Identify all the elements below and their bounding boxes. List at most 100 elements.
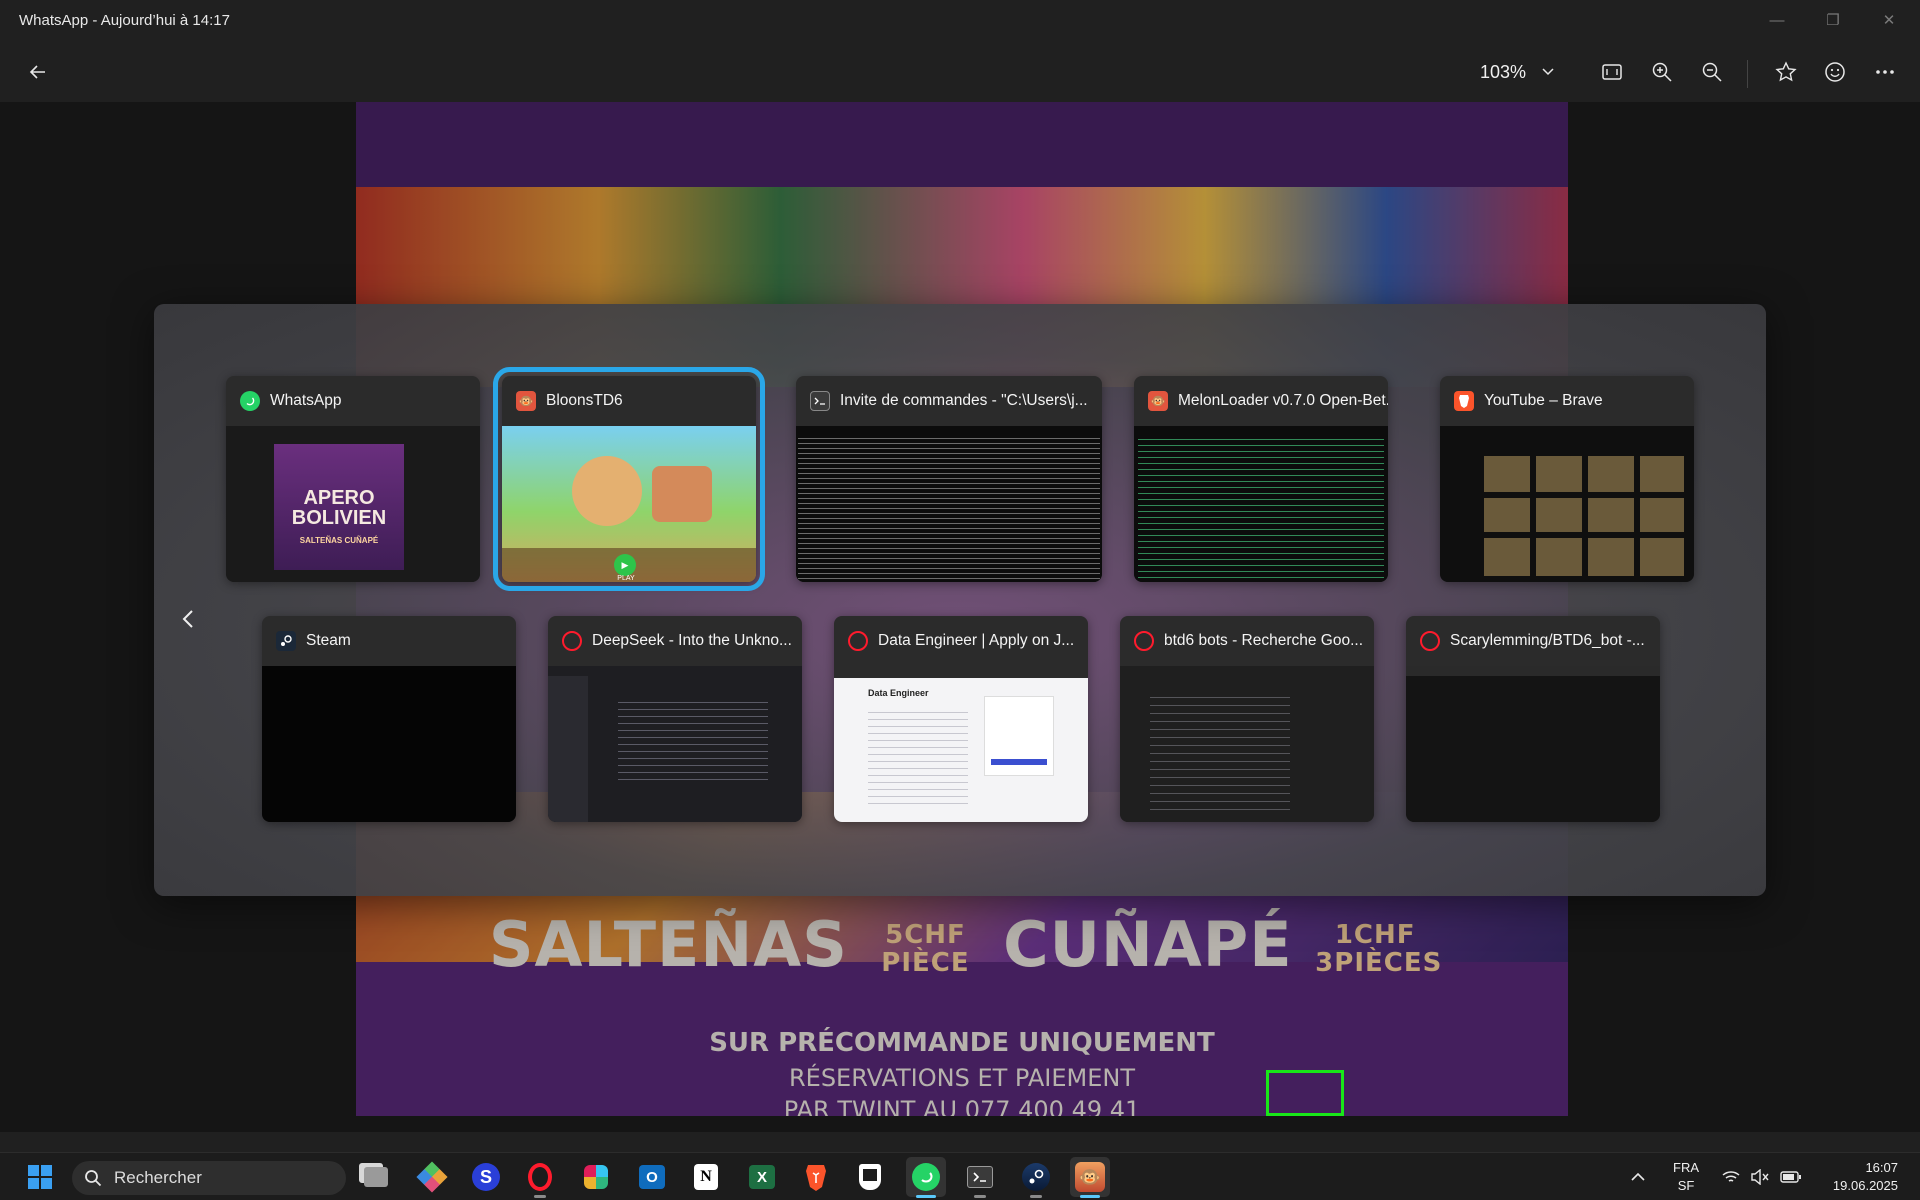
s-app-icon: S bbox=[472, 1163, 500, 1191]
play-icon: ▶ bbox=[614, 554, 636, 576]
taskbar-excel[interactable]: X bbox=[742, 1157, 782, 1197]
input-language[interactable]: FRA SF bbox=[1664, 1159, 1708, 1195]
switcher-card-btd6-bots[interactable]: btd6 bots - Recherche Goo... bbox=[1120, 616, 1374, 822]
task-view-icon bbox=[364, 1167, 388, 1187]
card-thumbnail bbox=[1440, 426, 1694, 582]
tray-overflow-button[interactable] bbox=[1618, 1157, 1658, 1197]
chevron-left-icon bbox=[182, 610, 193, 628]
steam-icon bbox=[1022, 1163, 1050, 1191]
terminal-icon bbox=[810, 391, 830, 411]
card-label: Data Engineer | Apply on J... bbox=[878, 632, 1075, 649]
switcher-card-youtube-brave[interactable]: YouTube – Brave bbox=[1440, 376, 1694, 582]
switcher-card-deepseek[interactable]: DeepSeek - Into the Unkno... bbox=[548, 616, 802, 822]
clock[interactable]: 16:07 19.06.2025 bbox=[1814, 1159, 1898, 1195]
taskbar-outlook[interactable]: O bbox=[632, 1157, 672, 1197]
whatsapp-icon bbox=[912, 1163, 940, 1191]
start-button[interactable] bbox=[20, 1157, 60, 1197]
zoom-out-icon bbox=[1702, 62, 1722, 82]
zoom-dropdown[interactable]: 103% bbox=[1480, 58, 1554, 86]
zoom-out-button[interactable] bbox=[1692, 52, 1732, 92]
opera-gx-icon bbox=[528, 1163, 552, 1191]
taskbar-epic[interactable] bbox=[850, 1157, 890, 1197]
maximize-button[interactable]: ❐ bbox=[1808, 0, 1858, 40]
switcher-card-steam[interactable]: Steam bbox=[262, 616, 516, 822]
card-label: BloonsTD6 bbox=[546, 392, 623, 409]
switcher-card-scarylemming[interactable]: Scarylemming/BTD6_bot -... bbox=[1406, 616, 1660, 822]
window-title: WhatsApp - Aujourd’hui à 14:17 bbox=[19, 11, 230, 29]
thumb-play-label: PLAY bbox=[617, 575, 635, 582]
taskbar-search[interactable]: Rechercher bbox=[72, 1161, 346, 1195]
favorite-button[interactable] bbox=[1766, 52, 1806, 92]
switcher-card-cmd[interactable]: Invite de commandes - "C:\Users\j... bbox=[796, 376, 1102, 582]
bloons-icon: 🐵 bbox=[516, 391, 536, 411]
keyboard-layout: SF bbox=[1677, 1178, 1695, 1193]
card-thumbnail bbox=[1120, 666, 1374, 822]
taskbar-slack[interactable] bbox=[576, 1157, 616, 1197]
git-icon bbox=[416, 1161, 448, 1193]
switcher-scroll-left[interactable] bbox=[176, 599, 200, 639]
taskbar-git[interactable] bbox=[412, 1157, 452, 1197]
toolbar-divider bbox=[1747, 60, 1748, 88]
quick-settings[interactable] bbox=[1712, 1157, 1812, 1197]
zoom-in-button[interactable] bbox=[1642, 52, 1682, 92]
switcher-card-melonloader[interactable]: 🐵 MelonLoader v0.7.0 Open-Bet... bbox=[1134, 376, 1388, 582]
viewer-toolbar: 103% bbox=[0, 40, 1920, 102]
taskbar: Rechercher S O N X 🐵 FRA SF 16:07 19.06.… bbox=[0, 1152, 1920, 1200]
card-thumbnail: ▶ PLAY bbox=[502, 426, 756, 582]
task-switcher: WhatsApp APERO BOLIVIEN SALTEÑAS CUÑAPÉ … bbox=[154, 304, 1766, 896]
slack-icon bbox=[584, 1165, 608, 1189]
opera-icon bbox=[1134, 631, 1154, 651]
outlook-icon: O bbox=[639, 1165, 665, 1189]
card-label: Scarylemming/BTD6_bot -... bbox=[1450, 632, 1645, 649]
card-label: MelonLoader v0.7.0 Open-Bet... bbox=[1178, 392, 1388, 409]
taskbar-bloons[interactable]: 🐵 bbox=[1070, 1157, 1110, 1198]
thumb-poster-title: APERO BOLIVIEN bbox=[291, 487, 387, 529]
back-arrow-icon bbox=[29, 65, 45, 79]
card-thumbnail bbox=[262, 666, 516, 822]
switcher-card-whatsapp[interactable]: WhatsApp APERO BOLIVIEN SALTEÑAS CUÑAPÉ bbox=[226, 376, 480, 582]
card-label: Invite de commandes - "C:\Users\j... bbox=[840, 392, 1088, 409]
window-titlebar: WhatsApp - Aujourd’hui à 14:17 — ❐ ✕ bbox=[0, 0, 1920, 40]
notion-icon: N bbox=[694, 1164, 718, 1190]
card-label: Steam bbox=[306, 632, 351, 649]
bloons-icon: 🐵 bbox=[1075, 1162, 1105, 1192]
fit-screen-icon bbox=[1602, 64, 1622, 80]
search-icon bbox=[85, 1170, 102, 1187]
card-thumbnail bbox=[796, 426, 1102, 582]
taskbar-notion[interactable]: N bbox=[686, 1157, 726, 1197]
fit-screen-button[interactable] bbox=[1592, 52, 1632, 92]
brave-icon bbox=[806, 1165, 826, 1191]
opera-icon bbox=[1420, 631, 1440, 651]
more-icon bbox=[1876, 70, 1894, 74]
switcher-card-bloonstd6[interactable]: 🐵 BloonsTD6 ▶ PLAY bbox=[493, 367, 765, 591]
reaction-button[interactable] bbox=[1815, 52, 1855, 92]
card-thumbnail bbox=[1406, 666, 1660, 822]
whatsapp-icon bbox=[240, 391, 260, 411]
star-icon bbox=[1775, 61, 1797, 82]
emoji-icon bbox=[1825, 62, 1845, 82]
opera-icon bbox=[848, 631, 868, 651]
taskbar-terminal[interactable] bbox=[960, 1157, 1000, 1198]
card-label: WhatsApp bbox=[270, 392, 342, 409]
steam-icon bbox=[276, 631, 296, 651]
zoom-in-icon bbox=[1652, 62, 1672, 82]
taskbar-s-app[interactable]: S bbox=[466, 1157, 506, 1197]
close-button[interactable]: ✕ bbox=[1864, 0, 1914, 40]
taskbar-brave[interactable] bbox=[796, 1157, 836, 1197]
green-highlight-box bbox=[1266, 1070, 1344, 1116]
epic-games-icon bbox=[859, 1164, 881, 1190]
chevron-down-icon bbox=[1542, 68, 1554, 76]
taskbar-opera-gx[interactable] bbox=[520, 1157, 560, 1198]
back-button[interactable] bbox=[18, 52, 58, 92]
melonloader-icon: 🐵 bbox=[1148, 391, 1168, 411]
card-label: DeepSeek - Into the Unkno... bbox=[592, 632, 792, 649]
more-options-button[interactable] bbox=[1865, 52, 1905, 92]
windows-start-icon bbox=[28, 1165, 52, 1189]
taskbar-task-view[interactable] bbox=[356, 1157, 396, 1197]
thumb-job-title: Data Engineer bbox=[868, 688, 929, 698]
minimize-button[interactable]: — bbox=[1752, 0, 1802, 40]
switcher-card-data-engineer[interactable]: Data Engineer | Apply on J... Data Engin… bbox=[834, 616, 1088, 822]
taskbar-whatsapp[interactable] bbox=[906, 1157, 946, 1198]
taskbar-steam[interactable] bbox=[1016, 1157, 1056, 1198]
clock-time: 16:07 bbox=[1865, 1160, 1898, 1175]
